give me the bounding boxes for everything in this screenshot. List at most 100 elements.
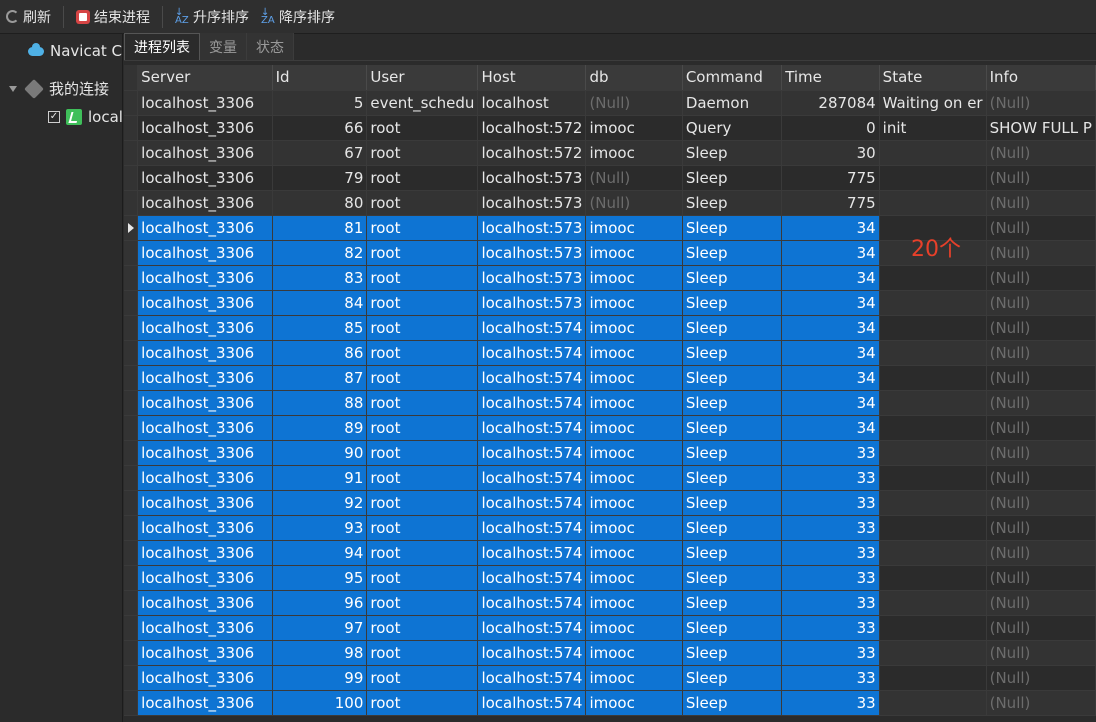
cell-command[interactable]: Sleep bbox=[682, 140, 783, 166]
cell-info[interactable]: (Null) bbox=[986, 365, 1096, 391]
cell-time[interactable]: 34 bbox=[781, 215, 880, 241]
row-selector[interactable] bbox=[124, 540, 139, 566]
cell-time[interactable]: 0 bbox=[781, 115, 880, 141]
cell-state[interactable] bbox=[879, 440, 987, 466]
cell-host[interactable]: localhost:574 bbox=[477, 340, 587, 366]
cell-id[interactable]: 100 bbox=[272, 690, 368, 716]
cell-server[interactable]: localhost_3306 bbox=[137, 665, 273, 691]
cell-time[interactable]: 34 bbox=[781, 390, 880, 416]
cell-db[interactable]: imooc bbox=[585, 665, 683, 691]
cell-time[interactable]: 34 bbox=[781, 315, 880, 341]
cell-state[interactable] bbox=[879, 590, 987, 616]
cell-user[interactable]: root bbox=[366, 490, 479, 516]
sidebar-item-my-connections[interactable]: 我的连接 bbox=[9, 78, 109, 99]
cell-command[interactable]: Sleep bbox=[682, 265, 783, 291]
cell-host[interactable]: localhost:573 bbox=[477, 265, 587, 291]
row-selector[interactable] bbox=[124, 565, 139, 591]
cell-id[interactable]: 92 bbox=[272, 490, 368, 516]
cell-info[interactable]: (Null) bbox=[986, 315, 1096, 341]
cell-server[interactable]: localhost_3306 bbox=[137, 415, 273, 441]
cell-info[interactable]: (Null) bbox=[986, 240, 1096, 266]
cell-db[interactable]: imooc bbox=[585, 515, 683, 541]
cell-db[interactable]: (Null) bbox=[585, 90, 683, 116]
cell-command[interactable]: Sleep bbox=[682, 240, 783, 266]
cell-server[interactable]: localhost_3306 bbox=[137, 640, 273, 666]
cell-host[interactable]: localhost:574 bbox=[477, 615, 587, 641]
sidebar-item-local-connection[interactable]: ✓ local bbox=[48, 108, 122, 126]
refresh-button[interactable]: 刷新 bbox=[0, 3, 57, 31]
row-selector[interactable] bbox=[124, 290, 139, 316]
cell-server[interactable]: localhost_3306 bbox=[137, 140, 273, 166]
cell-state[interactable] bbox=[879, 265, 987, 291]
cell-command[interactable]: Sleep bbox=[682, 340, 783, 366]
cell-command[interactable]: Sleep bbox=[682, 540, 783, 566]
cell-user[interactable]: root bbox=[366, 640, 479, 666]
cell-user[interactable]: root bbox=[366, 365, 479, 391]
cell-user[interactable]: root bbox=[366, 565, 479, 591]
cell-state[interactable] bbox=[879, 665, 987, 691]
cell-state[interactable] bbox=[879, 390, 987, 416]
cell-user[interactable]: root bbox=[366, 315, 479, 341]
cell-info[interactable]: (Null) bbox=[986, 265, 1096, 291]
cell-host[interactable]: localhost:573 bbox=[477, 215, 587, 241]
cell-info[interactable]: (Null) bbox=[986, 465, 1096, 491]
table-row[interactable]: localhost_3306 80 root localhost:573 (Null) S… bbox=[124, 190, 1096, 216]
cell-db[interactable]: imooc bbox=[585, 140, 683, 166]
table-row[interactable]: localhost_3306 93 root localhost:574 imooc Sl… bbox=[124, 515, 1096, 541]
cell-state[interactable]: init bbox=[879, 115, 987, 141]
cell-info[interactable]: (Null) bbox=[986, 340, 1096, 366]
row-selector[interactable] bbox=[124, 165, 139, 191]
cell-user[interactable]: root bbox=[366, 615, 479, 641]
cell-state[interactable] bbox=[879, 190, 987, 216]
cell-time[interactable]: 33 bbox=[781, 465, 880, 491]
table-row[interactable]: localhost_3306 97 root localhost:574 imooc Sl… bbox=[124, 615, 1096, 641]
cell-db[interactable]: imooc bbox=[585, 490, 683, 516]
cell-id[interactable]: 93 bbox=[272, 515, 368, 541]
kill-process-button[interactable]: 结束进程 bbox=[70, 3, 156, 31]
cell-command[interactable]: Sleep bbox=[682, 165, 783, 191]
cell-info[interactable]: (Null) bbox=[986, 640, 1096, 666]
cell-state[interactable] bbox=[879, 165, 987, 191]
table-row[interactable]: localhost_3306 100 root localhost:574 imooc S… bbox=[124, 690, 1096, 716]
cell-host[interactable]: localhost:574 bbox=[477, 465, 587, 491]
cell-db[interactable]: imooc bbox=[585, 390, 683, 416]
table-row[interactable]: localhost_3306 66 root localhost:572 imooc Qu… bbox=[124, 115, 1096, 141]
cell-state[interactable] bbox=[879, 465, 987, 491]
cell-time[interactable]: 33 bbox=[781, 665, 880, 691]
cell-info[interactable]: (Null) bbox=[986, 415, 1096, 441]
cell-command[interactable]: Sleep bbox=[682, 640, 783, 666]
cell-id[interactable]: 81 bbox=[272, 215, 368, 241]
cell-db[interactable]: imooc bbox=[585, 365, 683, 391]
row-selector[interactable] bbox=[124, 640, 139, 666]
cell-db[interactable]: imooc bbox=[585, 590, 683, 616]
row-selector[interactable] bbox=[124, 390, 139, 416]
cell-db[interactable]: imooc bbox=[585, 640, 683, 666]
row-selector[interactable] bbox=[124, 590, 139, 616]
cell-command[interactable]: Sleep bbox=[682, 440, 783, 466]
cell-host[interactable]: localhost:574 bbox=[477, 390, 587, 416]
cell-time[interactable]: 34 bbox=[781, 290, 880, 316]
cell-state[interactable]: Waiting on er bbox=[879, 90, 987, 116]
row-selector[interactable] bbox=[124, 615, 139, 641]
cell-command[interactable]: Daemon bbox=[682, 90, 783, 116]
cell-info[interactable]: (Null) bbox=[986, 490, 1096, 516]
column-header-time[interactable]: Time bbox=[781, 65, 880, 91]
cell-id[interactable]: 67 bbox=[272, 140, 368, 166]
cell-info[interactable]: (Null) bbox=[986, 515, 1096, 541]
cell-user[interactable]: root bbox=[366, 665, 479, 691]
cell-state[interactable] bbox=[879, 365, 987, 391]
cell-db[interactable]: imooc bbox=[585, 265, 683, 291]
cell-time[interactable]: 33 bbox=[781, 490, 880, 516]
cell-server[interactable]: localhost_3306 bbox=[137, 540, 273, 566]
cell-server[interactable]: localhost_3306 bbox=[137, 515, 273, 541]
cell-host[interactable]: localhost:574 bbox=[477, 690, 587, 716]
cell-host[interactable]: localhost bbox=[477, 90, 587, 116]
row-selector[interactable] bbox=[124, 340, 139, 366]
cell-host[interactable]: localhost:573 bbox=[477, 190, 587, 216]
cell-time[interactable]: 775 bbox=[781, 165, 880, 191]
cell-user[interactable]: root bbox=[366, 215, 479, 241]
cell-db[interactable]: imooc bbox=[585, 115, 683, 141]
cell-user[interactable]: root bbox=[366, 540, 479, 566]
cell-db[interactable]: imooc bbox=[585, 440, 683, 466]
cell-state[interactable] bbox=[879, 415, 987, 441]
